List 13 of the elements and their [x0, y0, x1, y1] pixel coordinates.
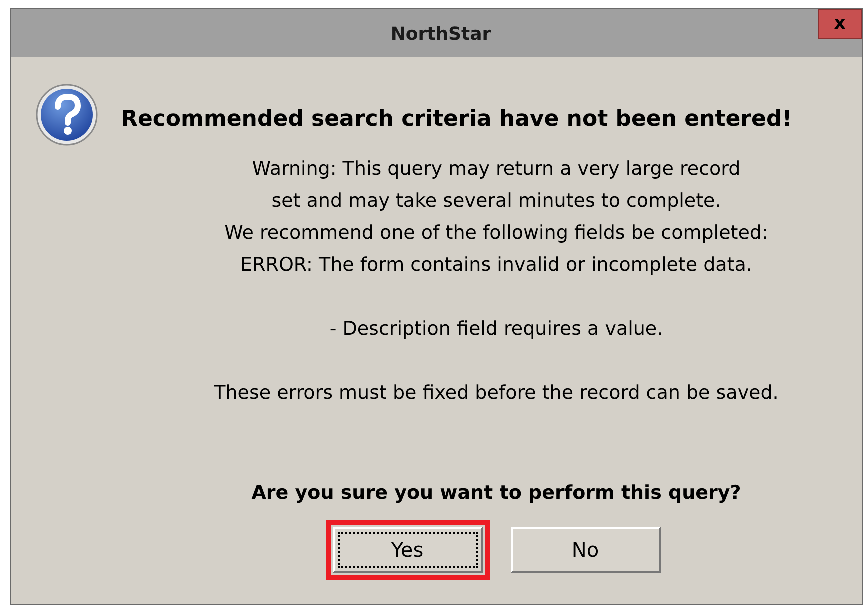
- close-button[interactable]: x: [818, 9, 862, 39]
- message-line: - Description field requires a value.: [330, 317, 664, 342]
- confirm-question: Are you sure you want to perform this query?: [252, 481, 742, 506]
- message-line: set and may take several minutes to complete.: [272, 189, 722, 214]
- message-line: These errors must be fixed before the record can be saved.: [214, 381, 779, 406]
- message-line: Warning: This query may return a very large record: [252, 157, 741, 182]
- help-icon: [35, 83, 99, 147]
- window-title: NorthStar: [390, 23, 492, 47]
- dialog-button[interactable]: No: [510, 526, 660, 572]
- dialog-button[interactable]: Yes: [332, 526, 482, 572]
- message-line: We recommend one of the following fields be completed:: [224, 221, 768, 246]
- message-line: ERROR: The form contains invalid or incomplete data.: [240, 253, 752, 278]
- dialog-heading: Recommended search criteria have not been entered!: [121, 106, 792, 134]
